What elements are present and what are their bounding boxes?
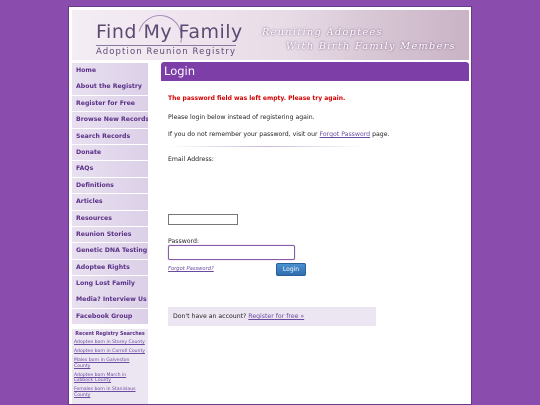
recent-searches-panel: Recent Registry Searches Adoptee born in… — [72, 329, 148, 404]
recent-search-link[interactable]: Adoptee born in Carroll County — [74, 349, 146, 355]
sidebar-item-definitions[interactable]: Definitions — [72, 177, 148, 194]
sidebar-item-dna-testing[interactable]: Genetic DNA Testing — [72, 243, 148, 259]
sidebar-item-long-lost-family[interactable]: Long Lost Family — [72, 276, 148, 292]
sidebar-item-reunion-stories[interactable]: Reunion Stories — [72, 226, 148, 243]
sidebar-item-register[interactable]: Register for Free — [72, 95, 148, 112]
forgot-note-suffix: page. — [370, 131, 390, 138]
sidebar-item-search[interactable]: Search Records — [72, 128, 148, 145]
signup-prefix: Don't have an account? — [173, 313, 249, 320]
sidebar-item-media[interactable]: Media? Interview Us — [72, 292, 148, 308]
sidebar-item-about[interactable]: About the Registry — [72, 79, 148, 95]
sidebar-nav: Home About the Registry Register for Fre… — [72, 63, 148, 325]
sidebar-item-facebook[interactable]: Facebook Group — [72, 308, 148, 325]
forgot-password-link[interactable]: Forgot Password — [320, 131, 371, 138]
register-link[interactable]: Register for free » — [248, 313, 304, 320]
recent-search-link[interactable]: Adoptee born in Storey County — [74, 340, 146, 346]
sidebar-item-articles[interactable]: Articles — [72, 194, 148, 210]
login-button[interactable]: Login — [276, 263, 306, 276]
recent-searches-title: Recent Registry Searches — [75, 332, 145, 337]
error-message: The password field was left empty. Pleas… — [168, 95, 346, 102]
password-field[interactable] — [168, 245, 295, 260]
divider — [168, 146, 364, 147]
sidebar-item-browse[interactable]: Browse New Records — [72, 112, 148, 128]
sidebar-item-resources[interactable]: Resources — [72, 210, 148, 227]
sidebar-item-faqs[interactable]: FAQs — [72, 161, 148, 177]
page-container: Find My Family Adoption Reunion Registry… — [68, 6, 472, 405]
logo-title: Find My Family — [96, 21, 243, 43]
login-instruction: Please login below instead of registerin… — [168, 114, 315, 121]
page-title: Login — [161, 62, 469, 81]
sidebar-item-donate[interactable]: Donate — [72, 144, 148, 161]
password-label: Password: — [168, 238, 199, 245]
sidebar-item-home[interactable]: Home — [72, 63, 148, 79]
tagline-line-2: With Birth Family Members — [286, 41, 456, 52]
forgot-note-prefix: If you do not remember your password, vi… — [168, 131, 320, 138]
recent-search-link[interactable]: Males born in Galveston County — [74, 358, 146, 369]
recent-search-link[interactable]: Adoptee born March in Lubbock County — [74, 373, 146, 384]
tagline-line-1: Reuniting Adoptees — [262, 27, 383, 38]
email-field[interactable] — [168, 214, 238, 225]
forgot-password-small-link[interactable]: Forgot Password? — [168, 266, 214, 272]
email-label: Email Address: — [168, 156, 214, 163]
site-banner[interactable]: Find My Family Adoption Reunion Registry… — [72, 10, 469, 60]
login-content: Login The password field was left empty.… — [161, 62, 469, 402]
logo-subtitle: Adoption Reunion Registry — [96, 45, 237, 57]
recent-search-link[interactable]: Females born in Stanislaus County — [74, 387, 146, 398]
signup-prompt: Don't have an account? Register for free… — [168, 307, 376, 326]
forgot-password-note: If you do not remember your password, vi… — [168, 131, 390, 138]
sidebar-item-adoptee-rights[interactable]: Adoptee Rights — [72, 259, 148, 276]
